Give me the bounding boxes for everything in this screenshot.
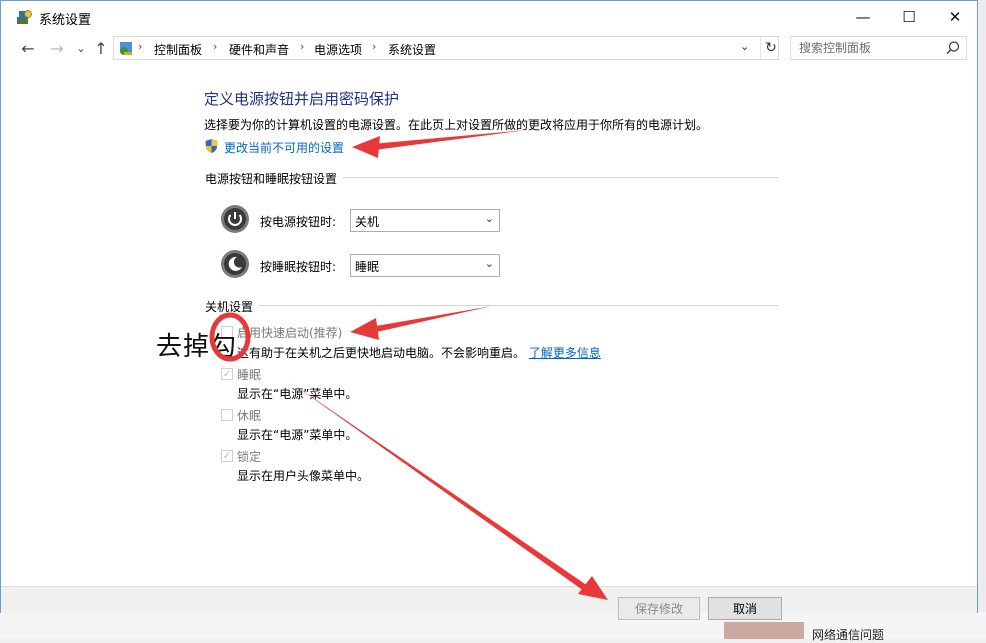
lock-option-label: 锁定 [237, 450, 262, 464]
search-box[interactable] [790, 36, 967, 60]
title-bar: 系统设置 — ☐ ✕ [1, 1, 977, 32]
lock-checkbox[interactable]: ✓ [221, 450, 233, 462]
page-title: 定义电源按钮并启用密码保护 [204, 90, 400, 108]
section-divider [206, 305, 778, 306]
power-button-action-select[interactable]: 关机 ⌄ [350, 209, 500, 232]
breadcrumb-separator: › [372, 40, 377, 53]
refresh-button[interactable]: ↻ [760, 37, 781, 59]
system-settings-window: 系统设置 — ☐ ✕ ← → ⌄ ↑ › 控制面板 › 硬件和声音 › 电源选项… [0, 0, 978, 613]
power-button-icon [221, 205, 249, 233]
footer-bar [1, 587, 977, 613]
control-panel-icon [120, 42, 132, 55]
address-dropdown-button[interactable]: ⌄ [740, 40, 749, 53]
sleep-option-label: 睡眠 [237, 368, 262, 382]
recent-locations-button[interactable]: ⌄ [71, 38, 91, 58]
lock-option-description: 显示在用户头像菜单中。 [237, 469, 370, 483]
close-button[interactable]: ✕ [932, 1, 978, 32]
minimize-button[interactable]: — [840, 1, 886, 32]
power-options-app-icon [17, 10, 32, 24]
power-button-label: 按电源按钮时: [260, 215, 337, 229]
address-bar[interactable]: › 控制面板 › 硬件和声音 › 电源选项 › 系统设置 ⌄ ↻ [113, 36, 779, 60]
window-title: 系统设置 [39, 13, 92, 28]
annotation-uncheck-text: 去掉勾 [156, 332, 238, 362]
fast-startup-description: 这有助于在关机之后更快地启动电脑。不会影响重启。 了解更多信息 [237, 344, 601, 361]
breadcrumb-control-panel[interactable]: 控制面板 [154, 41, 202, 58]
shutdown-section-title: 关机设置 [205, 298, 260, 315]
navigation-bar: ← → ⌄ ↑ › 控制面板 › 硬件和声音 › 电源选项 › 系统设置 ⌄ ↻ [1, 32, 977, 64]
up-button[interactable]: ↑ [91, 38, 111, 58]
sleep-button-icon [221, 250, 249, 278]
hibernate-option-label: 休眠 [237, 409, 262, 423]
chevron-down-icon: ⌄ [484, 212, 494, 225]
change-unavailable-settings-link[interactable]: 更改当前不可用的设置 [224, 139, 344, 156]
chevron-down-icon: ⌄ [484, 257, 494, 270]
maximize-button[interactable]: ☐ [886, 1, 932, 32]
hibernate-option-description: 显示在“电源”菜单中。 [237, 428, 358, 442]
hibernate-checkbox[interactable] [221, 409, 233, 421]
sleep-checkbox[interactable]: ✓ [221, 368, 233, 380]
forward-button[interactable]: → [47, 38, 67, 58]
sleep-option-description: 显示在“电源”菜单中。 [237, 387, 358, 401]
breadcrumb-separator: › [138, 40, 143, 53]
breadcrumb-separator: › [300, 40, 305, 53]
power-buttons-section-title: 电源按钮和睡眠按钮设置 [205, 170, 344, 187]
power-button-action-value: 关机 [355, 215, 380, 229]
search-icon[interactable] [945, 40, 961, 56]
breadcrumb-power-options[interactable]: 电源选项 [314, 41, 362, 58]
background-text: 网络通信问题 [812, 628, 885, 642]
main-content: 定义电源按钮并启用密码保护 选择要为你的计算机设置的电源设置。在此页上对设置所做… [1, 64, 977, 584]
breadcrumb-separator: › [213, 40, 218, 53]
breadcrumb-hardware-sound[interactable]: 硬件和声音 [229, 41, 289, 58]
sleep-button-label: 按睡眠按钮时: [260, 260, 337, 274]
page-description: 选择要为你的计算机设置的电源设置。在此页上对设置所做的更改将应用于你所有的电源计… [204, 118, 709, 132]
fast-startup-desc-text: 这有助于在关机之后更快地启动电脑。不会影响重启。 [237, 346, 526, 360]
background-thumbnail [724, 622, 804, 639]
search-input[interactable] [797, 40, 941, 56]
back-button[interactable]: ← [18, 38, 38, 58]
sleep-button-action-value: 睡眠 [355, 260, 380, 274]
learn-more-link[interactable]: 了解更多信息 [529, 346, 601, 360]
fast-startup-label: 启用快速启动(推荐) [237, 326, 343, 340]
breadcrumb-system-settings[interactable]: 系统设置 [388, 41, 436, 58]
save-changes-button[interactable]: 保存修改 [618, 597, 700, 620]
cancel-button[interactable]: 取消 [708, 597, 782, 620]
uac-shield-icon [205, 139, 218, 153]
background-app-edge [978, 0, 986, 639]
sleep-button-action-select[interactable]: 睡眠 ⌄ [350, 254, 500, 277]
